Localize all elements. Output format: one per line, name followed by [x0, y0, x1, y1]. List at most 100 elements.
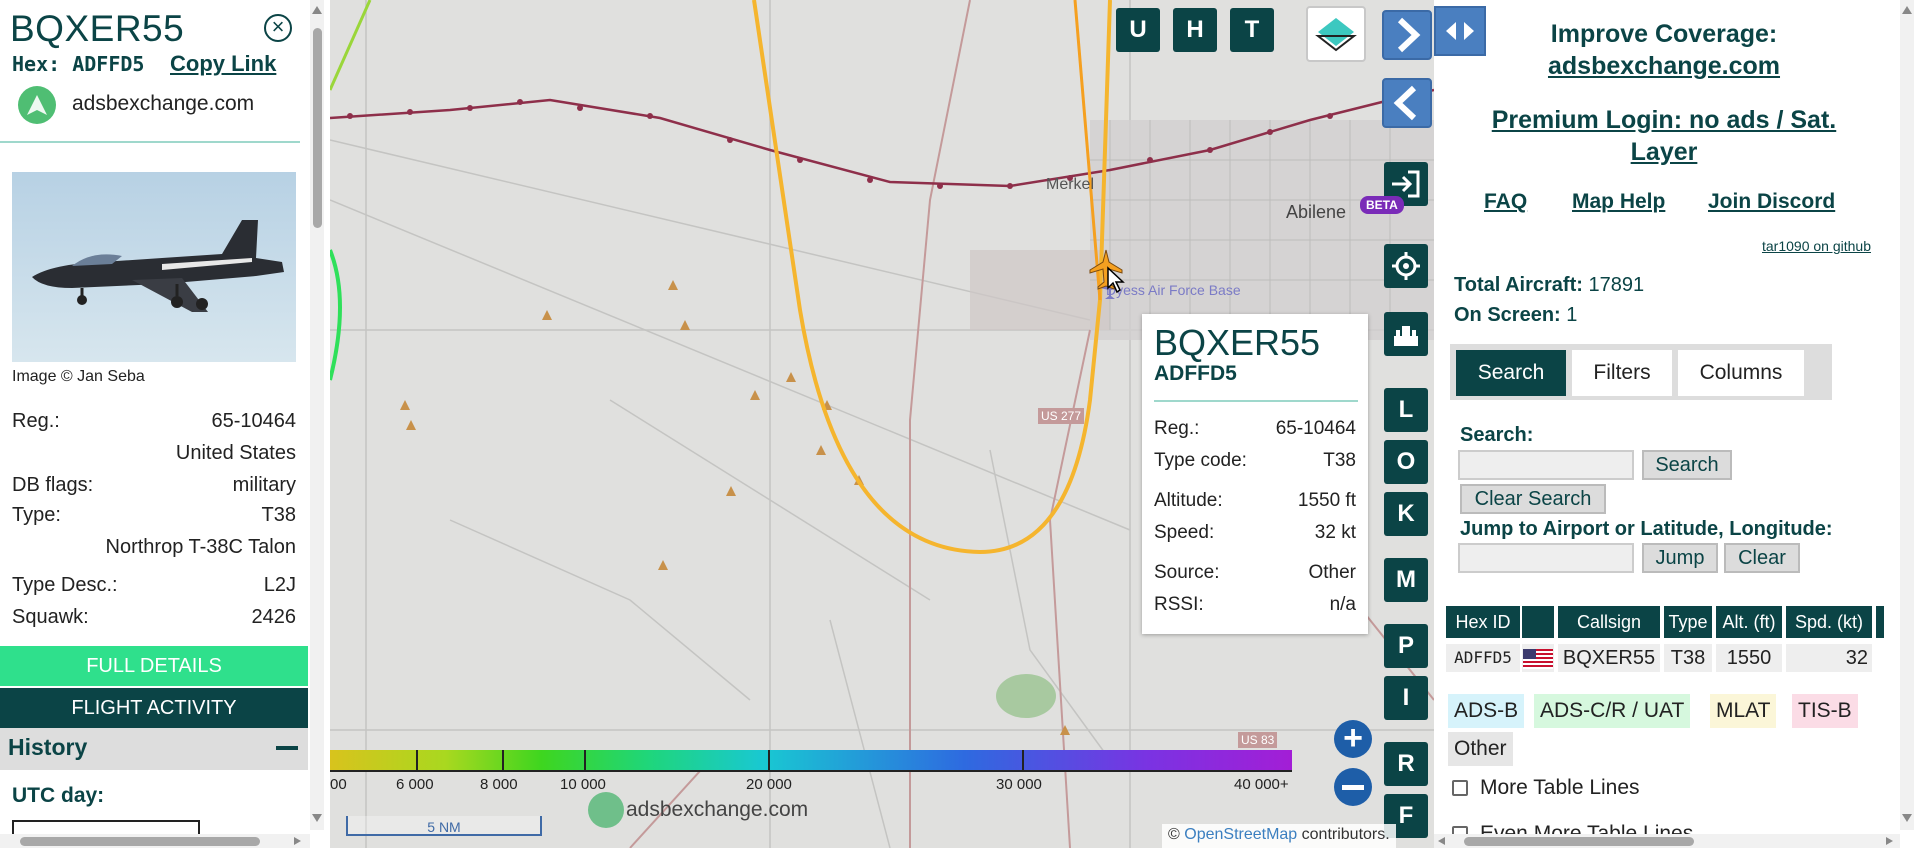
jump-button[interactable]: Jump — [1642, 543, 1718, 573]
faq-link[interactable]: FAQ — [1484, 190, 1527, 214]
image-credit: Image © Jan Seba — [12, 368, 145, 385]
aircraft-photo[interactable] — [12, 172, 296, 362]
tab-filters[interactable]: Filters — [1572, 350, 1672, 396]
tab-search[interactable]: Search — [1456, 350, 1566, 396]
aircraft-popup[interactable]: BQXER55 ADFFD5 Reg.: 65-10464 Type code: T… — [1142, 314, 1368, 634]
utc-day-label: UTC day: — [12, 784, 105, 807]
premium-login-link[interactable]: Premium Login: no ads / Sat. Layer — [1464, 104, 1864, 168]
search-button[interactable]: Search — [1642, 450, 1732, 480]
clear-button[interactable]: Clear — [1724, 543, 1800, 573]
airbase-label: Dyess Air Force Base — [1106, 282, 1241, 298]
github-link[interactable]: tar1090 on github — [1762, 238, 1871, 254]
col-hex-id[interactable]: Hex ID — [1446, 606, 1520, 638]
adsbexchange-logo-icon[interactable] — [18, 86, 56, 124]
popup-callsign: BQXER55 — [1154, 322, 1321, 363]
legend-tick — [416, 750, 418, 770]
legend-label: 30 000 — [996, 776, 1042, 793]
gear-icon[interactable] — [1384, 244, 1428, 288]
total-aircraft: Total Aircraft: 17891 — [1454, 274, 1645, 296]
search-input[interactable] — [1458, 450, 1634, 480]
on-screen-count: On Screen: 1 — [1454, 304, 1578, 326]
legend-label: 6 000 — [396, 776, 434, 793]
zoom-in-button[interactable]: + — [1334, 720, 1372, 758]
clear-search-button[interactable]: Clear Search — [1460, 484, 1606, 514]
col-callsign[interactable]: Callsign — [1558, 606, 1660, 638]
col-more — [1876, 606, 1884, 638]
close-icon[interactable]: × — [264, 14, 292, 42]
right-panel-hscrollbar[interactable] — [1434, 834, 1900, 848]
col-flag[interactable] — [1522, 606, 1554, 638]
table-cell-callsign[interactable]: BQXER55 — [1558, 644, 1660, 672]
osm-link[interactable]: OpenStreetMap — [1184, 826, 1297, 843]
collapse-icon[interactable] — [276, 746, 298, 750]
cursor-icon — [1106, 266, 1126, 299]
source-adsc-uat[interactable]: ADS-C/R / UAT — [1534, 694, 1691, 728]
chevron-right-icon[interactable] — [1382, 10, 1432, 60]
altitude-legend — [330, 750, 1292, 772]
right-panel: Improve Coverage: adsbexchange.com Premi… — [1434, 0, 1914, 848]
expand-panel-icon[interactable] — [1434, 6, 1486, 56]
map-button-o[interactable]: O — [1384, 440, 1428, 484]
legend-label: 40 000+ — [1234, 776, 1289, 793]
chevron-left-icon[interactable] — [1382, 78, 1432, 128]
table-cell-altitude[interactable]: 1550 — [1716, 644, 1782, 672]
legend-tick — [1022, 750, 1024, 770]
history-section-header[interactable]: History — [0, 728, 308, 770]
popup-hex: ADFFD5 — [1154, 362, 1237, 385]
full-details-button[interactable]: FULL DETAILS — [0, 646, 308, 686]
map-button-t[interactable]: T — [1230, 8, 1274, 52]
map-button-i[interactable]: I — [1384, 676, 1428, 720]
stats-icon[interactable] — [1384, 312, 1428, 356]
legend-label: 8 000 — [480, 776, 518, 793]
tab-bar: Search Filters Columns — [1450, 344, 1832, 400]
watermark-text: adsbexchange.com — [626, 798, 809, 821]
map-button-p[interactable]: P — [1384, 624, 1428, 668]
flight-activity-button[interactable]: FLIGHT ACTIVITY — [0, 688, 308, 728]
map-help-link[interactable]: Map Help — [1572, 190, 1665, 214]
legend-tick — [502, 750, 504, 770]
col-speed[interactable]: Spd. (kt) — [1786, 606, 1872, 638]
col-altitude[interactable]: Alt. (ft) — [1716, 606, 1782, 638]
map-button-r[interactable]: R — [1384, 742, 1428, 786]
map-attribution: © OpenStreetMap contributors. — [1162, 824, 1396, 848]
zoom-out-button[interactable] — [1334, 768, 1372, 806]
aircraft-callsign: BQXER55 — [10, 8, 185, 49]
table-cell-speed[interactable]: 32 — [1786, 644, 1872, 672]
legend-label: 00 — [330, 776, 347, 793]
table-cell-hex[interactable]: ADFFD5 — [1446, 644, 1520, 672]
more-table-lines-checkbox[interactable] — [1452, 780, 1468, 796]
scale-bar: 5 NM — [346, 816, 542, 836]
map-button-u[interactable]: U — [1116, 8, 1160, 52]
copy-link[interactable]: Copy Link — [170, 51, 276, 77]
source-tisb[interactable]: TIS-B — [1792, 694, 1858, 728]
map-button-k[interactable]: K — [1384, 492, 1428, 536]
col-type[interactable]: Type — [1664, 606, 1712, 638]
improve-coverage-link[interactable]: adsbexchange.com — [1494, 52, 1834, 81]
jump-input[interactable] — [1458, 543, 1634, 573]
source-adsb[interactable]: ADS-B — [1448, 694, 1525, 728]
source-mlat[interactable]: MLAT — [1710, 694, 1777, 728]
popup-divider — [1154, 400, 1358, 402]
right-panel-scrollbar[interactable] — [1900, 0, 1914, 830]
more-table-lines-label: More Table Lines — [1480, 776, 1640, 799]
map-button-l[interactable]: L — [1384, 388, 1428, 432]
layers-icon[interactable] — [1306, 6, 1366, 62]
source-other[interactable]: Other — [1448, 732, 1513, 766]
road-us277: US 277 — [1038, 408, 1085, 424]
road-us83: US 83 — [1238, 732, 1278, 748]
divider — [0, 141, 300, 143]
beta-badge: BETA — [1360, 196, 1404, 214]
table-cell-type[interactable]: T38 — [1664, 644, 1712, 672]
us-flag-icon — [1522, 644, 1554, 672]
improve-coverage-label: Improve Coverage: — [1550, 20, 1778, 48]
map-button-m[interactable]: M — [1384, 558, 1428, 602]
left-panel-hscrollbar[interactable] — [0, 834, 310, 848]
tab-columns[interactable]: Columns — [1678, 350, 1804, 396]
map-button-h[interactable]: H — [1173, 8, 1217, 52]
join-discord-link[interactable]: Join Discord — [1708, 190, 1835, 214]
left-panel-scrollbar[interactable] — [310, 0, 324, 830]
search-label: Search: — [1460, 424, 1534, 446]
hex-code: Hex: ADFFD5 — [12, 52, 145, 76]
aircraft-info-panel: BQXER55 × Hex: ADFFD5 Copy Link adsbexch… — [0, 0, 326, 848]
site-link[interactable]: adsbexchange.com — [72, 92, 254, 116]
